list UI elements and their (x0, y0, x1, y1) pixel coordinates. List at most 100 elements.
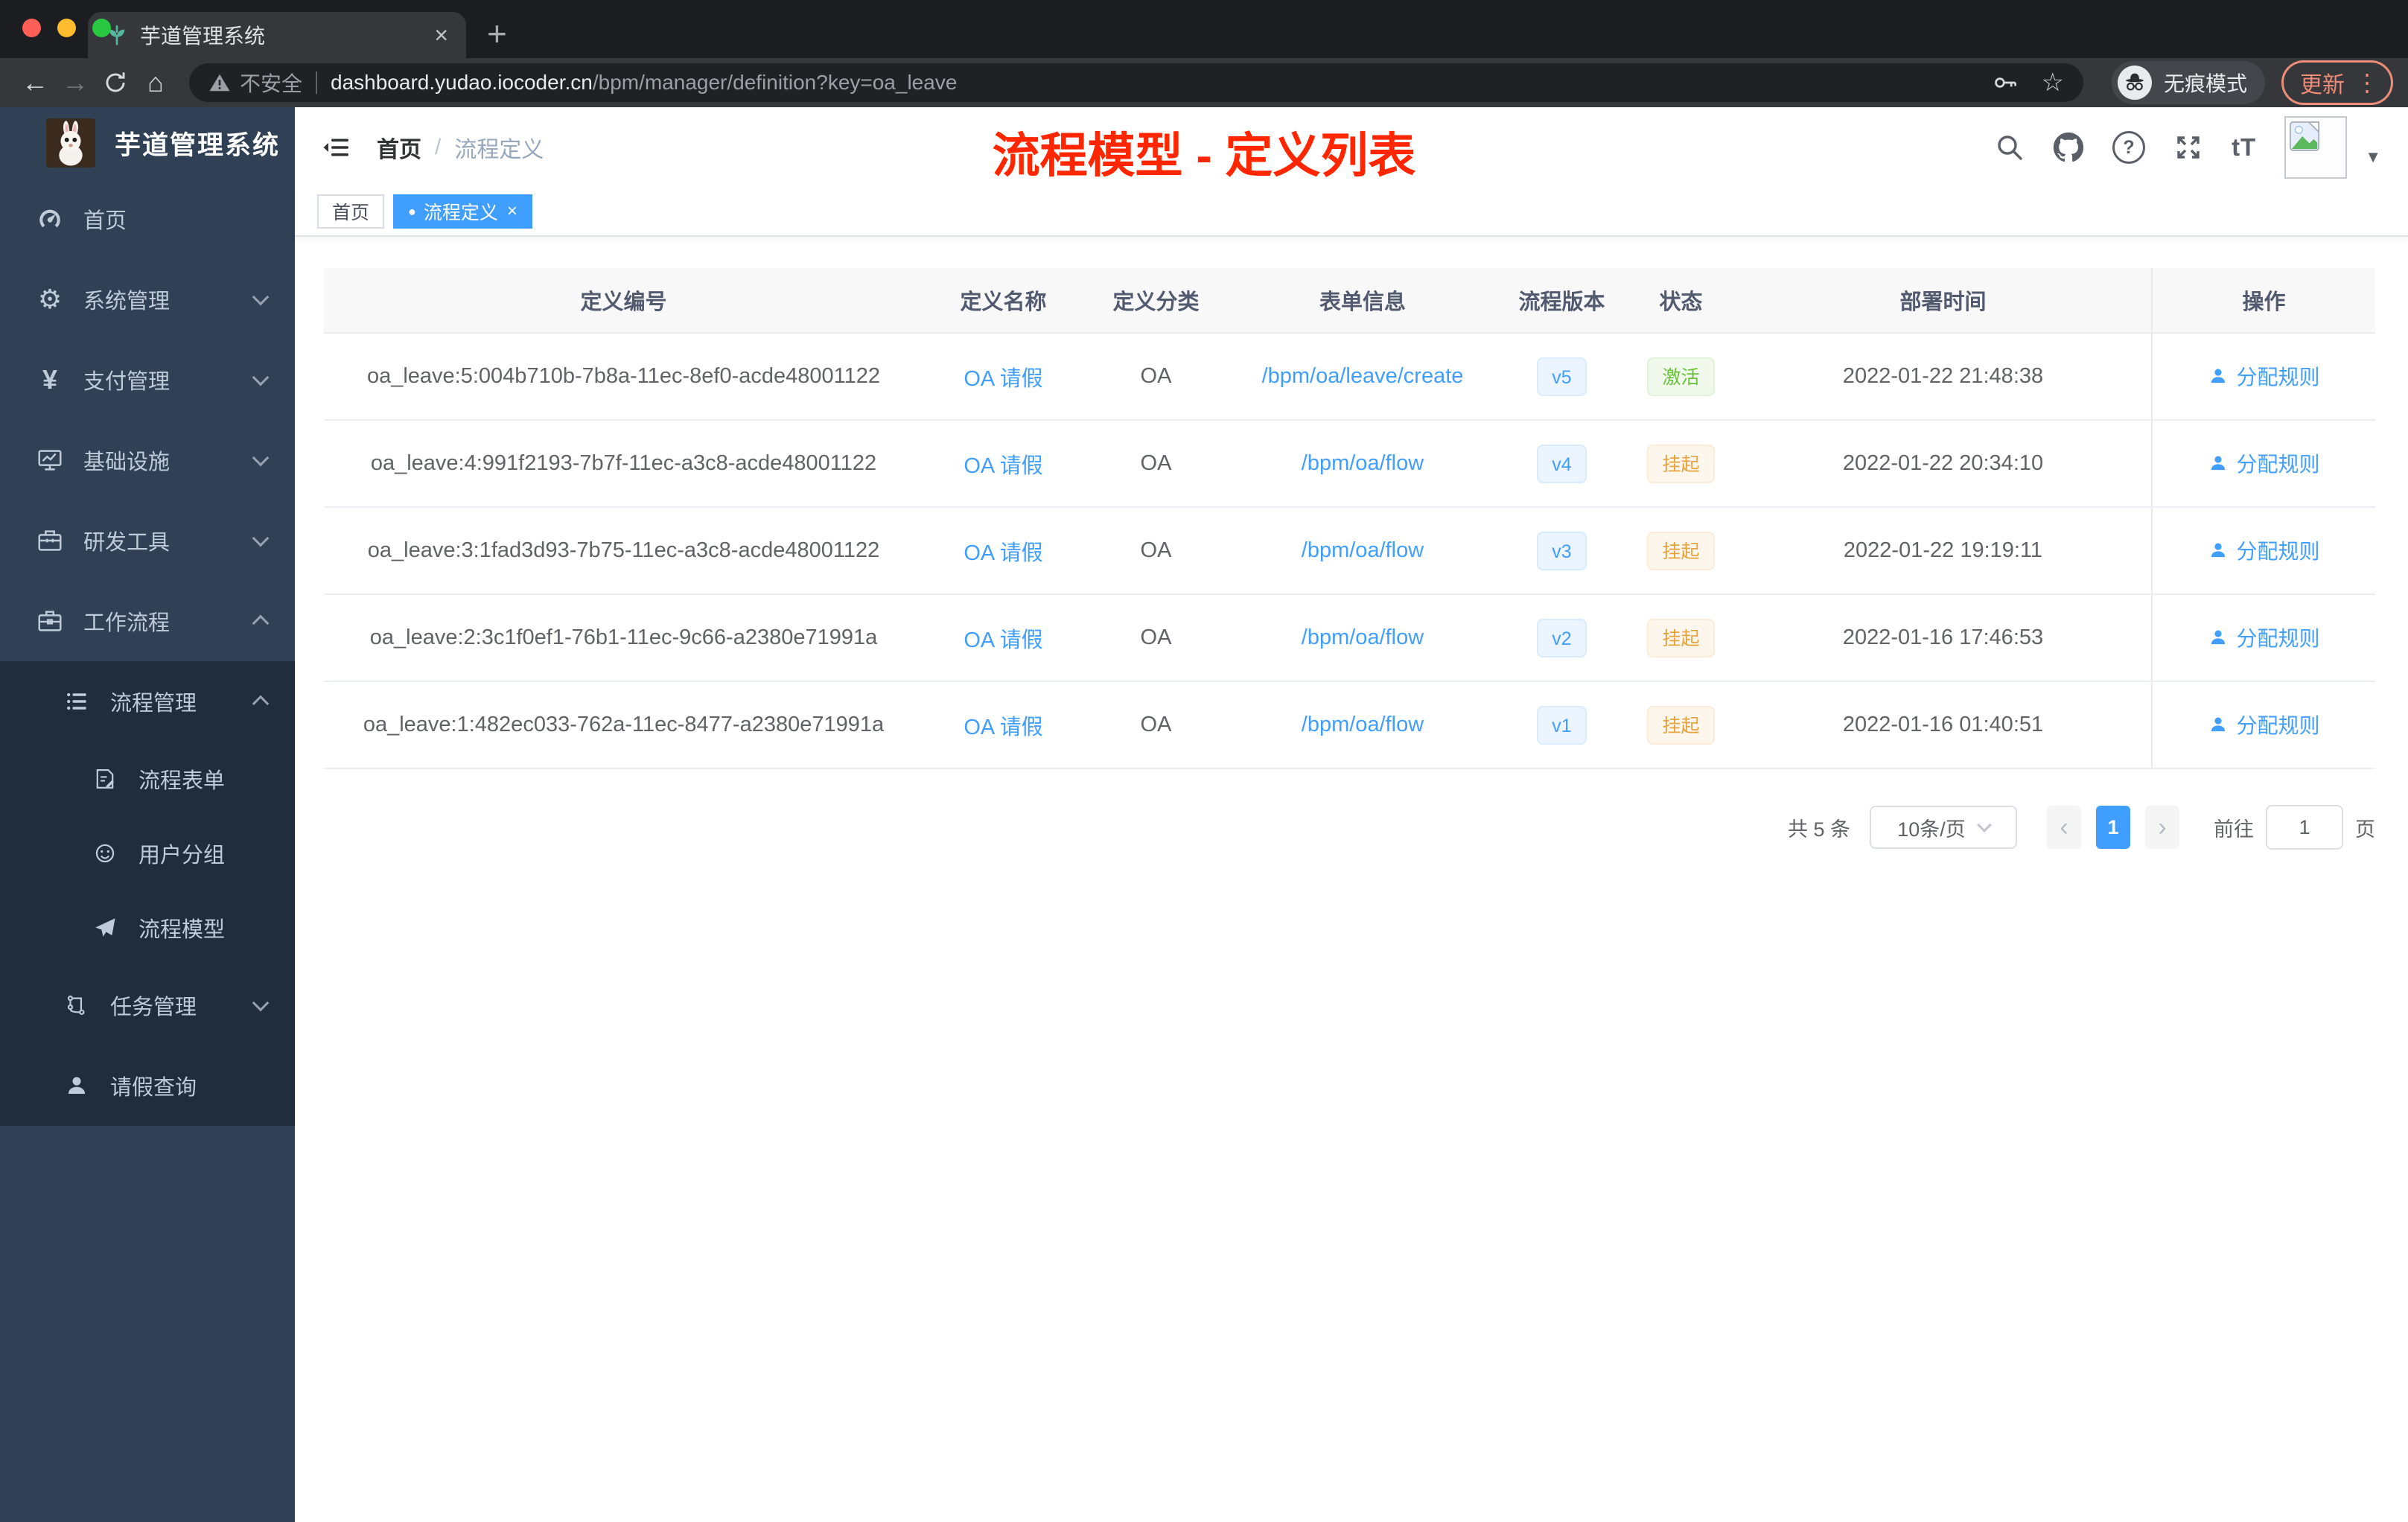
definition-name-link[interactable]: OA 请假 (963, 367, 1042, 391)
browser-tab[interactable]: 芋道管理系统 × (88, 12, 466, 58)
sidebar-item-label: 流程管理 (110, 692, 197, 716)
breadcrumb: 首页 / 流程定义 (377, 131, 544, 164)
sidebar-item-process-model[interactable]: 流程模型 (0, 891, 295, 965)
search-icon[interactable] (1995, 133, 2025, 162)
new-tab-button[interactable]: + (487, 16, 507, 51)
sidebar-item-process-form[interactable]: 流程表单 (0, 742, 295, 816)
breadcrumb-home-link[interactable]: 首页 (377, 131, 421, 164)
form-link[interactable]: /bpm/oa/flow (1302, 625, 1424, 649)
url-separator (316, 71, 318, 94)
warning-icon (208, 71, 231, 94)
navbar-actions: ? tT ▼ (1995, 116, 2381, 179)
sidebar-item-system[interactable]: ⚙ 系统管理 (0, 259, 295, 340)
sidebar: 芋道管理系统 首页 ⚙ 系统管理 ¥ 支付管理 基础设施 研发工具 工作流程 流… (0, 107, 295, 1522)
fullscreen-icon[interactable] (2173, 133, 2203, 162)
window-minimize-button[interactable] (57, 19, 76, 37)
font-size-icon[interactable]: tT (2232, 133, 2256, 162)
sidebar-menu: 首页 ⚙ 系统管理 ¥ 支付管理 基础设施 研发工具 工作流程 流程管理 流程表… (0, 179, 295, 1126)
window-zoom-button[interactable] (92, 19, 111, 37)
table-row: oa_leave:5:004b710b-7b8a-11ec-8ef0-acde4… (324, 333, 2375, 421)
sidebar-item-label: 流程表单 (138, 769, 226, 793)
face-group-icon (88, 841, 122, 866)
user-icon (60, 1073, 94, 1098)
sidebar-item-leave-query[interactable]: 请假查询 (0, 1045, 295, 1126)
url-domain: dashboard.yudao.iocoder.cn (331, 71, 593, 94)
help-icon[interactable]: ? (2112, 131, 2146, 164)
sidebar-item-workflow[interactable]: 工作流程 (0, 581, 295, 661)
sidebar-item-user-group[interactable]: 用户分组 (0, 816, 295, 891)
version-badge: v1 (1537, 705, 1587, 745)
table-row: oa_leave:2:3c1f0ef1-76b1-11ec-9c66-a2380… (324, 594, 2375, 682)
sidebar-item-label: 研发工具 (83, 531, 171, 555)
user-icon (2211, 543, 2226, 557)
home-button[interactable]: ⌂ (136, 67, 176, 98)
browser-menu-dots-icon[interactable]: ⋮ (2355, 69, 2379, 97)
tag-process-definition[interactable]: ● 流程定义 × (393, 194, 532, 229)
column-header-version: 流程版本 (1497, 268, 1627, 334)
url-bar[interactable]: 不安全 dashboard.yudao.iocoder.cn/bpm/manag… (189, 63, 2083, 102)
sidebar-item-label: 用户分组 (138, 844, 226, 867)
cell-deploy-time: 2022-01-16 01:40:51 (1735, 681, 2152, 769)
tab-title: 芋道管理系统 (140, 25, 266, 48)
password-key-icon[interactable] (1993, 69, 2019, 96)
security-chip[interactable]: 不安全 (208, 68, 316, 98)
window-close-button[interactable] (22, 19, 41, 37)
sidebar-item-payment[interactable]: ¥ 支付管理 (0, 340, 295, 420)
tag-close-icon[interactable]: × (507, 203, 517, 220)
avatar[interactable] (2284, 116, 2348, 179)
assign-rule-link[interactable]: 分配规则 (2208, 710, 2320, 739)
next-page-button[interactable]: › (2145, 806, 2179, 849)
prev-page-button[interactable]: ‹ (2047, 806, 2081, 849)
cell-category: OA (1083, 681, 1229, 769)
definition-name-link[interactable]: OA 请假 (963, 628, 1042, 652)
browser-toolbar: ← → ⌂ 不安全 dashboard.yudao.iocoder.cn/bpm… (0, 58, 2408, 107)
sidebar-item-process-management[interactable]: 流程管理 (0, 661, 295, 742)
current-page-button[interactable]: 1 (2096, 806, 2130, 849)
sidebar-collapse-button[interactable] (322, 133, 351, 162)
assign-rule-link[interactable]: 分配规则 (2208, 361, 2320, 391)
goto-label: 前往 (2214, 818, 2254, 841)
assign-rule-link[interactable]: 分配规则 (2208, 535, 2320, 565)
cell-definition-id: oa_leave:3:1fad3d93-7b75-11ec-a3c8-acde4… (324, 507, 923, 595)
logo-rabbit-image (46, 118, 95, 168)
cell-deploy-time: 2022-01-22 21:48:38 (1735, 333, 2152, 421)
tags-view: 首页 ● 流程定义 × (295, 188, 2408, 237)
sidebar-item-infrastructure[interactable]: 基础设施 (0, 420, 295, 500)
back-button[interactable]: ← (15, 67, 55, 98)
tag-home[interactable]: 首页 (317, 194, 385, 229)
sidebar-item-devtools[interactable]: 研发工具 (0, 500, 295, 581)
assign-rule-link[interactable]: 分配规则 (2208, 448, 2320, 478)
page-size-value: 10条/页 (1897, 818, 1966, 841)
sidebar-item-home[interactable]: 首页 (0, 179, 295, 259)
browser-tabstrip: 芋道管理系统 × + (0, 0, 2408, 58)
annotation-title: 流程模型 - 定义列表 (992, 129, 1416, 182)
browser-update-button[interactable]: 更新 ⋮ (2281, 60, 2393, 105)
bookmark-star-icon[interactable]: ☆ (2042, 68, 2064, 98)
cell-deploy-time: 2022-01-16 17:46:53 (1735, 594, 2152, 682)
incognito-icon (2117, 66, 2152, 100)
sidebar-item-task-management[interactable]: 任务管理 (0, 965, 295, 1045)
user-icon (2211, 456, 2226, 470)
page-size-select[interactable]: 10条/页 (1870, 806, 2017, 849)
assign-rule-link[interactable]: 分配规则 (2208, 623, 2320, 652)
cell-deploy-time: 2022-01-22 19:19:11 (1735, 507, 2152, 595)
form-link[interactable]: /bpm/oa/flow (1302, 538, 1424, 562)
form-link[interactable]: /bpm/oa/flow (1302, 451, 1424, 475)
paper-plane-icon (88, 915, 122, 940)
definition-name-link[interactable]: OA 请假 (963, 454, 1042, 478)
cell-definition-id: oa_leave:4:991f2193-7b7f-11ec-a3c8-acde4… (324, 420, 923, 508)
github-icon[interactable] (2053, 132, 2084, 163)
cell-category: OA (1083, 420, 1229, 508)
forward-button[interactable]: → (55, 67, 95, 98)
definition-name-link[interactable]: OA 请假 (963, 716, 1042, 739)
definition-name-link[interactable]: OA 请假 (963, 541, 1042, 565)
tab-close-icon[interactable]: × (434, 23, 448, 47)
reload-button[interactable] (95, 70, 136, 95)
app-title: 芋道管理系统 (115, 130, 281, 160)
form-link[interactable]: /bpm/oa/leave/create (1262, 364, 1464, 388)
goto-page-input[interactable] (2266, 805, 2343, 850)
cell-category: OA (1083, 333, 1229, 421)
form-link[interactable]: /bpm/oa/flow (1302, 713, 1424, 736)
avatar-dropdown-caret-icon[interactable]: ▼ (2365, 147, 2381, 167)
cell-category: OA (1083, 507, 1229, 595)
